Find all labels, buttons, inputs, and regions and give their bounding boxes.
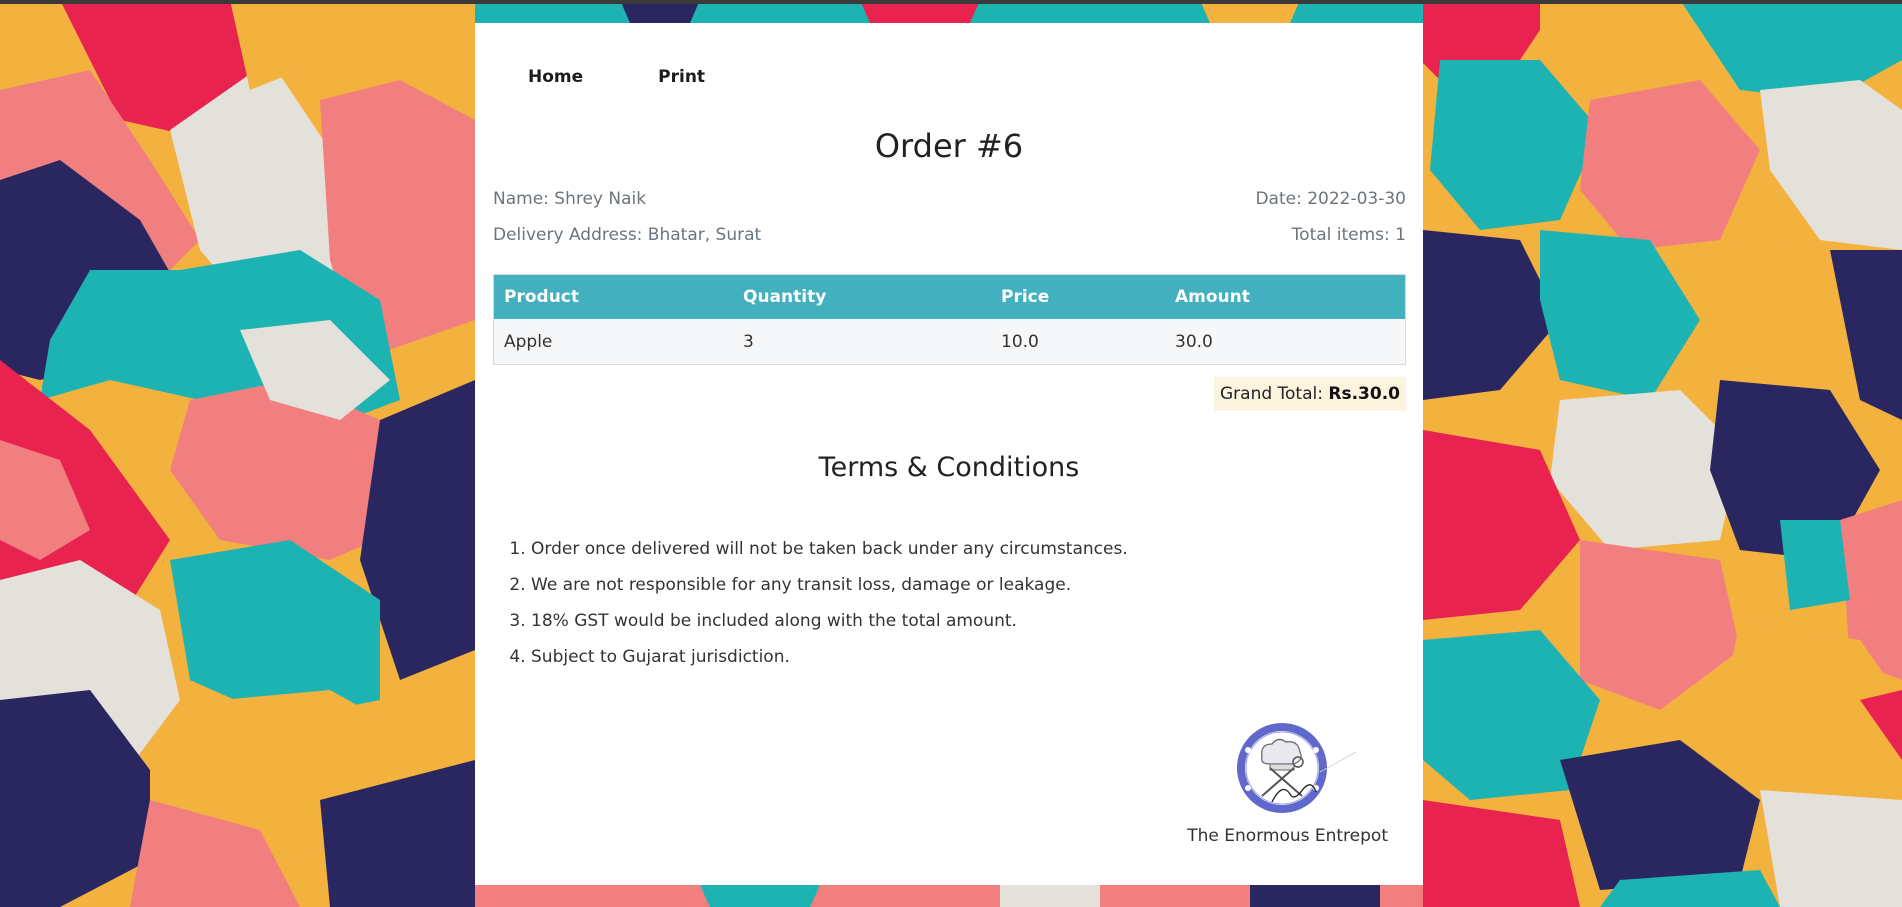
terms-item: Order once delivered will not be taken b… [531, 535, 1128, 571]
window-top-bar [0, 0, 1902, 4]
chef-hat-utensils-seal-icon [1237, 723, 1357, 813]
table-row: Apple 3 10.0 30.0 [493, 319, 1406, 365]
column-header-quantity: Quantity [733, 274, 991, 319]
cell-quantity: 3 [733, 319, 991, 365]
nav-home-link[interactable]: Home [528, 67, 583, 87]
column-header-product: Product [493, 274, 733, 319]
column-header-amount: Amount [1165, 274, 1406, 319]
terms-title: Terms & Conditions [818, 452, 1080, 483]
delivery-address: Delivery Address: Bhatar, Surat [493, 225, 762, 245]
total-items: Total items: 1 [1291, 225, 1406, 245]
grand-total-label: Grand Total: [1219, 384, 1329, 404]
order-title: Order #6 [874, 127, 1024, 165]
column-header-price: Price [991, 274, 1165, 319]
grand-total: Grand Total: Rs.30.0 [1213, 377, 1406, 411]
cell-product: Apple [493, 319, 733, 365]
invoice-sheet: Home Print Order #6 Name: Shrey Naik Del… [475, 23, 1423, 885]
terms-item: 18% GST would be included along with the… [531, 607, 1128, 643]
customer-name: Name: Shrey Naik [493, 189, 647, 209]
brand-name: The Enormous Entrepot [1187, 826, 1388, 846]
cell-price: 10.0 [991, 319, 1165, 365]
order-items-table: Product Quantity Price Amount Apple 3 10… [493, 274, 1406, 365]
cell-amount: 30.0 [1165, 319, 1406, 365]
order-date: Date: 2022-03-30 [1255, 189, 1406, 209]
terms-item: We are not responsible for any transit l… [531, 571, 1128, 607]
table-header-row: Product Quantity Price Amount [493, 274, 1406, 319]
terms-item: Subject to Gujarat jurisdiction. [531, 643, 1128, 679]
terms-list: Order once delivered will not be taken b… [511, 535, 1128, 679]
grand-total-value: Rs.30.0 [1328, 384, 1400, 404]
nav-print-link[interactable]: Print [658, 67, 705, 87]
top-nav: Home Print [528, 67, 780, 87]
